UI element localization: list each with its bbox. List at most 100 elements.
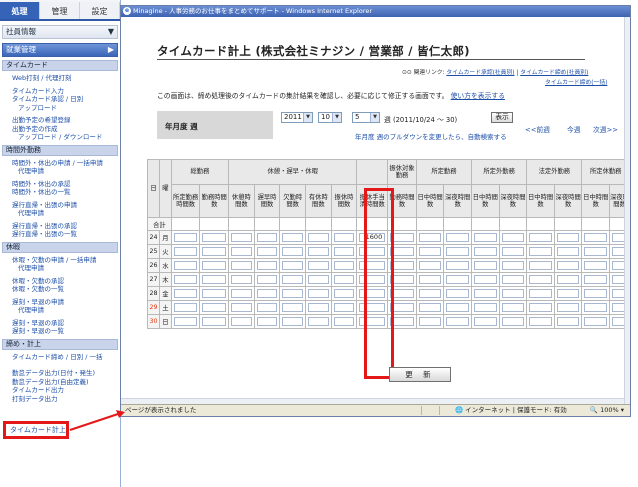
hours-input[interactable] bbox=[202, 261, 227, 270]
hours-input[interactable] bbox=[308, 303, 329, 312]
hours-input[interactable] bbox=[333, 289, 355, 298]
hours-input[interactable] bbox=[173, 289, 198, 298]
hours-input[interactable] bbox=[231, 261, 252, 270]
hours-input[interactable] bbox=[359, 275, 386, 284]
hours-input[interactable] bbox=[556, 289, 580, 298]
hours-input[interactable] bbox=[584, 289, 608, 298]
hours-input[interactable] bbox=[231, 233, 252, 242]
sidebar-item[interactable]: 休暇・欠勤の一覧 bbox=[0, 285, 120, 294]
hours-input[interactable] bbox=[173, 247, 198, 256]
hours-input[interactable] bbox=[474, 261, 497, 270]
hours-input[interactable] bbox=[584, 233, 608, 242]
sidebar-item[interactable]: 遅行直帰・出張の申請 bbox=[0, 201, 120, 210]
hours-input[interactable] bbox=[256, 261, 278, 270]
sidebar-item-timecard-posting[interactable]: タイムカード計上 bbox=[3, 421, 69, 439]
sidebar-item[interactable]: 時間外・休出の承認 bbox=[0, 180, 120, 189]
sidebar-item[interactable]: 遅行直帰・出張の承認 bbox=[0, 222, 120, 231]
sidebar-item[interactable]: アップロード / ダウンロード bbox=[0, 133, 120, 142]
hours-input[interactable] bbox=[446, 247, 470, 256]
sidebar-item[interactable]: タイムカード出力 bbox=[0, 386, 120, 395]
hours-input[interactable] bbox=[474, 289, 497, 298]
hours-input[interactable] bbox=[256, 289, 278, 298]
this-week-link[interactable]: 今週 bbox=[567, 124, 581, 134]
hours-input[interactable] bbox=[231, 289, 252, 298]
sidebar-item[interactable]: タイムカード承認 / 日別 bbox=[0, 95, 120, 104]
hours-input[interactable] bbox=[231, 247, 252, 256]
hours-input[interactable] bbox=[202, 275, 227, 284]
sidebar-item[interactable]: 時間外・休出の一覧 bbox=[0, 188, 120, 197]
hours-input[interactable] bbox=[529, 289, 552, 298]
sidebar-item[interactable]: 代理申請 bbox=[0, 306, 120, 315]
hours-input[interactable] bbox=[282, 247, 303, 256]
hours-input[interactable] bbox=[256, 303, 278, 312]
update-button[interactable]: 更 新 bbox=[389, 367, 451, 382]
sidebar-item[interactable]: 出勤予定の希望登録 bbox=[0, 116, 120, 125]
hours-input[interactable] bbox=[501, 303, 525, 312]
link-timecard-approval[interactable]: タイムカード承認(社員別) bbox=[446, 70, 514, 76]
hours-input[interactable] bbox=[556, 247, 580, 256]
hours-input[interactable] bbox=[282, 275, 303, 284]
hours-input[interactable] bbox=[282, 233, 303, 242]
hours-input[interactable] bbox=[282, 303, 303, 312]
hours-input[interactable] bbox=[556, 317, 580, 326]
tab-process[interactable]: 処理 bbox=[0, 2, 40, 19]
hours-input[interactable] bbox=[359, 247, 386, 256]
hours-input[interactable] bbox=[584, 261, 608, 270]
hours-input[interactable] bbox=[390, 317, 414, 326]
sidebar-item[interactable]: 休暇・欠勤の承認 bbox=[0, 277, 120, 286]
accordion-work-management[interactable]: 就業管理 ▶ bbox=[2, 43, 118, 57]
hours-input[interactable] bbox=[308, 275, 329, 284]
hours-input[interactable] bbox=[308, 317, 329, 326]
hours-input[interactable] bbox=[418, 261, 442, 270]
link-timecard-close-bulk[interactable]: タイムカード締め(一括) bbox=[545, 77, 607, 86]
hours-input[interactable] bbox=[256, 317, 278, 326]
vertical-scrollbar[interactable] bbox=[624, 17, 630, 404]
hours-input[interactable] bbox=[446, 289, 470, 298]
sidebar-item[interactable]: 代理申請 bbox=[0, 209, 120, 218]
hours-input[interactable] bbox=[202, 303, 227, 312]
hours-input[interactable] bbox=[231, 303, 252, 312]
hours-input[interactable] bbox=[446, 303, 470, 312]
hours-input[interactable] bbox=[333, 275, 355, 284]
hours-input[interactable] bbox=[390, 233, 414, 242]
sidebar-item[interactable]: タイムカード締め / 日別 / 一括 bbox=[0, 353, 120, 362]
hours-input[interactable] bbox=[418, 317, 442, 326]
hours-input[interactable] bbox=[556, 233, 580, 242]
hours-input[interactable] bbox=[333, 261, 355, 270]
hours-input[interactable] bbox=[474, 275, 497, 284]
sidebar-item[interactable]: 出勤予定の作成 bbox=[0, 125, 120, 134]
hours-input[interactable] bbox=[584, 247, 608, 256]
sidebar-item[interactable]: アップロード bbox=[0, 104, 120, 113]
hours-input[interactable] bbox=[359, 261, 386, 270]
hours-input[interactable] bbox=[308, 233, 329, 242]
sidebar-item[interactable]: タイムカード入力 bbox=[0, 87, 120, 96]
sidebar-item[interactable]: 遅行直帰・出張の一覧 bbox=[0, 230, 120, 239]
hours-input[interactable] bbox=[308, 289, 329, 298]
prev-week-link[interactable]: <<前週 bbox=[525, 124, 550, 134]
hours-input[interactable] bbox=[474, 317, 497, 326]
hours-input[interactable] bbox=[202, 289, 227, 298]
hours-input[interactable] bbox=[333, 303, 355, 312]
accordion-employee-info[interactable]: 社員情報 ▼ bbox=[2, 25, 118, 39]
hours-input[interactable] bbox=[202, 233, 227, 242]
help-link[interactable]: 使い方を表示する bbox=[451, 92, 505, 100]
hours-input[interactable] bbox=[173, 275, 198, 284]
hours-input[interactable] bbox=[390, 275, 414, 284]
hours-input[interactable] bbox=[308, 247, 329, 256]
month-select[interactable]: 10 ▼ bbox=[318, 112, 342, 123]
hours-input[interactable] bbox=[231, 317, 252, 326]
hours-input[interactable] bbox=[501, 275, 525, 284]
hours-input[interactable] bbox=[418, 247, 442, 256]
hours-input[interactable] bbox=[173, 261, 198, 270]
link-timecard-close-employee[interactable]: タイムカード締め(社員別) bbox=[520, 70, 588, 76]
hours-input[interactable] bbox=[418, 303, 442, 312]
hours-input[interactable] bbox=[173, 317, 198, 326]
hours-input[interactable] bbox=[282, 289, 303, 298]
hours-input[interactable] bbox=[556, 303, 580, 312]
show-button[interactable]: 表示 bbox=[491, 112, 513, 123]
sidebar-item[interactable]: 遅刻・早退の申請 bbox=[0, 298, 120, 307]
hours-input[interactable] bbox=[584, 275, 608, 284]
hours-input[interactable] bbox=[501, 247, 525, 256]
hours-input[interactable] bbox=[584, 317, 608, 326]
week-select[interactable]: 5 ▼ bbox=[352, 112, 380, 123]
